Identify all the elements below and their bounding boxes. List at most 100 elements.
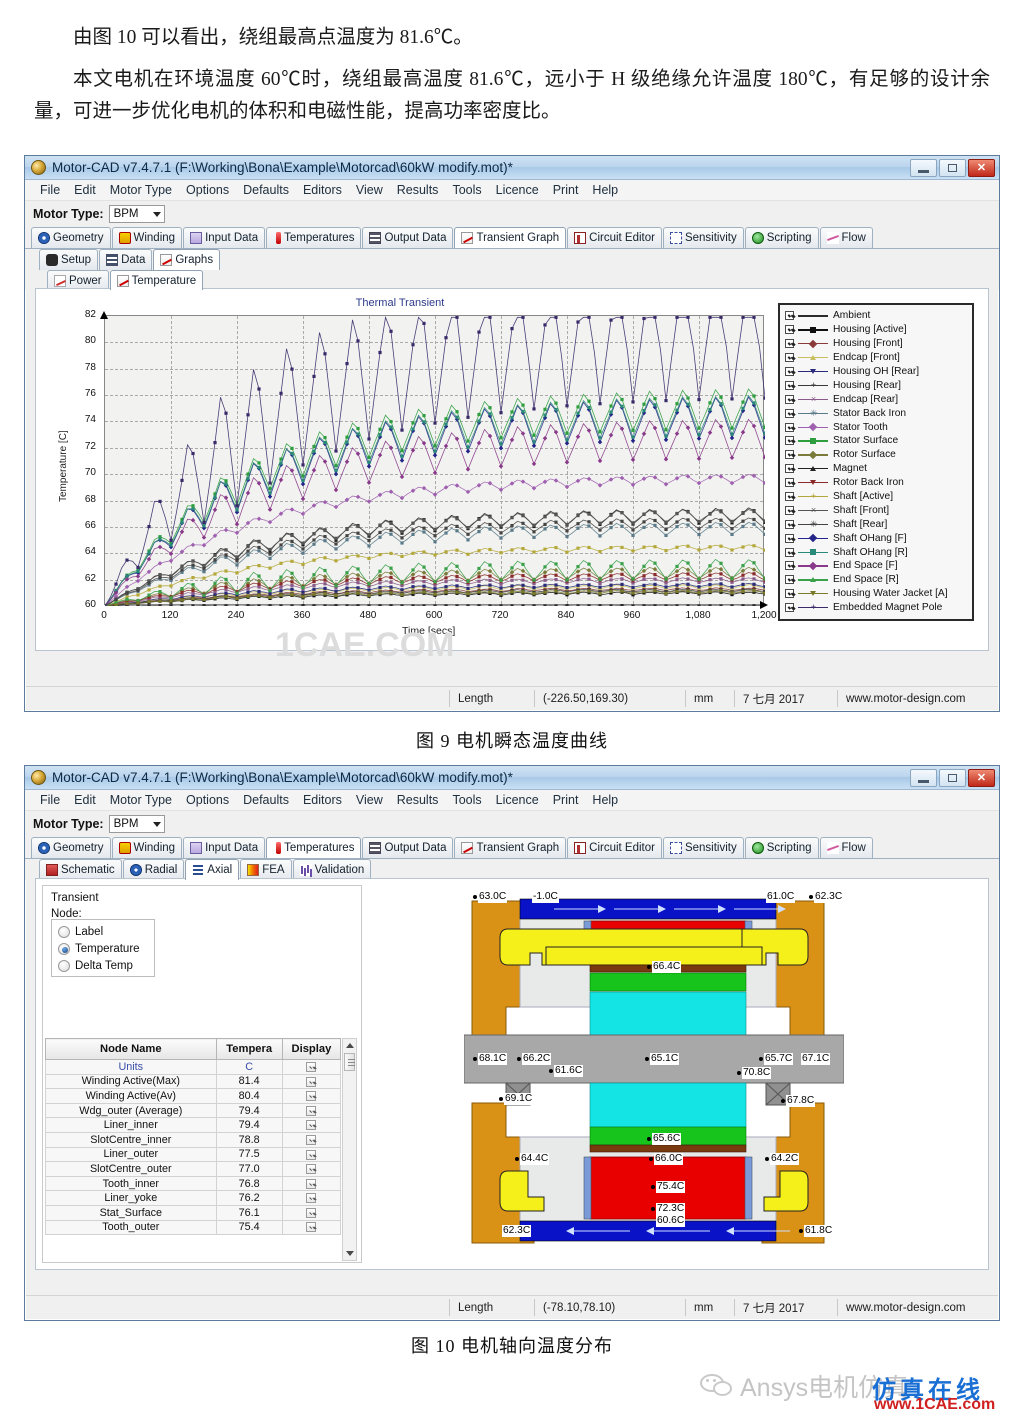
close-button[interactable]: ✕	[968, 768, 995, 787]
scroll-down-arrow-icon[interactable]	[346, 1251, 354, 1256]
legend-checkbox[interactable]	[785, 561, 794, 571]
table-row[interactable]: Liner_inner 79.4	[45, 1117, 341, 1133]
table-row[interactable]: Winding Active(Av) 80.4	[45, 1088, 341, 1104]
cell-display[interactable]	[281, 1146, 341, 1163]
legend-item[interactable]: ✳ Stator Back Iron	[785, 406, 967, 420]
legend-checkbox[interactable]	[785, 533, 794, 543]
legend-item[interactable]: End Space [R]	[785, 573, 967, 587]
column-header[interactable]: Tempera	[215, 1038, 283, 1060]
legend-item[interactable]: Rotor Surface	[785, 448, 967, 462]
legend-item[interactable]: Housing [Active]	[785, 323, 967, 337]
display-checkbox[interactable]	[306, 1178, 317, 1189]
menu-motor-type[interactable]: Motor Type	[103, 183, 179, 197]
tab-geometry[interactable]: Geometry	[31, 837, 111, 858]
table-row[interactable]: Liner_yoke 76.2	[45, 1190, 341, 1206]
menu-licence[interactable]: Licence	[489, 183, 546, 197]
display-checkbox[interactable]	[306, 1207, 317, 1218]
table-row[interactable]: Liner_outer 77.5	[45, 1146, 341, 1163]
legend-checkbox[interactable]	[785, 408, 794, 418]
subtab-data[interactable]: Data	[99, 249, 153, 270]
subtab-validation[interactable]: Validation	[292, 859, 372, 880]
legend-checkbox[interactable]	[785, 478, 794, 488]
scrollbar-thumb[interactable]	[344, 1053, 355, 1071]
display-checkbox[interactable]	[306, 1120, 317, 1131]
legend-item[interactable]: ✳ Shaft [Rear]	[785, 517, 967, 531]
tab-flow[interactable]: Flow	[819, 227, 873, 248]
display-checkbox[interactable]	[306, 1134, 317, 1145]
menu-defaults[interactable]: Defaults	[236, 793, 296, 807]
table-row[interactable]: Stat_Surface 76.1	[45, 1204, 341, 1221]
table-row[interactable]: SlotCentre_inner 78.8	[45, 1131, 341, 1148]
maximize-button[interactable]	[939, 158, 966, 177]
table-row[interactable]: Wdg_outer (Average) 79.4	[45, 1102, 341, 1119]
window1-titlebar[interactable]: Motor-CAD v7.4.7.1 (F:\Working\Bona\Exam…	[25, 156, 999, 180]
legend-checkbox[interactable]	[785, 547, 794, 557]
menu-edit[interactable]: Edit	[67, 183, 103, 197]
legend-item[interactable]: Shaft OHang [F]	[785, 531, 967, 545]
legend-checkbox[interactable]	[785, 589, 794, 599]
node-table-scrollbar[interactable]	[342, 1038, 357, 1261]
cell-display[interactable]	[281, 1117, 341, 1133]
subtab-fea[interactable]: FEA	[240, 859, 292, 880]
display-checkbox[interactable]	[306, 1222, 317, 1233]
plot-area[interactable]	[104, 315, 765, 606]
table-row[interactable]: Units C	[45, 1059, 341, 1075]
subtab-axial[interactable]: Axial	[185, 859, 240, 880]
subtab-schematic[interactable]: Schematic	[39, 859, 122, 880]
legend-checkbox[interactable]	[785, 464, 794, 474]
legend-item[interactable]: Housing [Front]	[785, 337, 967, 351]
maximize-button[interactable]	[939, 768, 966, 787]
menu-motor-type[interactable]: Motor Type	[103, 793, 179, 807]
table-row[interactable]: SlotCentre_outer 77.0	[45, 1161, 341, 1177]
legend-item[interactable]: + Housing [Rear]	[785, 378, 967, 392]
display-checkbox[interactable]	[306, 1061, 317, 1072]
tab-transient-graph[interactable]: Transient Graph	[454, 227, 567, 248]
subtab-graphs[interactable]: Graphs	[153, 249, 221, 270]
menu-options[interactable]: Options	[179, 183, 236, 197]
status-website[interactable]: www.motor-design.com	[838, 1299, 998, 1316]
tab-transient-graph[interactable]: Transient Graph	[454, 837, 567, 858]
legend-item[interactable]: + Shaft [Active]	[785, 490, 967, 504]
legend-item[interactable]: Magnet	[785, 462, 967, 476]
tab-input-data[interactable]: Input Data	[183, 837, 266, 858]
column-header[interactable]: Display	[281, 1038, 341, 1060]
legend-item[interactable]: Shaft OHang [R]	[785, 545, 967, 559]
legend-checkbox[interactable]	[785, 380, 794, 390]
window2-titlebar[interactable]: Motor-CAD v7.4.7.1 (F:\Working\Bona\Exam…	[25, 766, 999, 790]
display-checkbox[interactable]	[306, 1076, 317, 1087]
subtab-radial[interactable]: Radial	[122, 859, 185, 880]
legend-item[interactable]: Housing Water Jacket [A]	[785, 587, 967, 601]
cell-display[interactable]	[281, 1088, 341, 1104]
legend-checkbox[interactable]	[785, 311, 794, 321]
subsubtab-temperature[interactable]: Temperature	[109, 270, 204, 290]
legend-checkbox[interactable]	[785, 436, 794, 446]
radio-delta-temp[interactable]: Delta Temp	[58, 957, 148, 974]
menu-file[interactable]: File	[33, 793, 67, 807]
legend-item[interactable]: Ambient	[785, 309, 967, 323]
menu-view[interactable]: View	[349, 183, 390, 197]
legend-checkbox[interactable]	[785, 603, 794, 613]
menu-file[interactable]: File	[33, 183, 67, 197]
menu-results[interactable]: Results	[390, 183, 446, 197]
legend-item[interactable]: × Shaft [Front]	[785, 503, 967, 517]
tab-temperatures[interactable]: Temperatures	[266, 227, 362, 248]
legend-item[interactable]: Stator Surface	[785, 434, 967, 448]
minimize-button[interactable]	[910, 158, 937, 177]
tab-winding[interactable]: Winding	[111, 837, 183, 858]
legend-item[interactable]: × Endcap [Rear]	[785, 392, 967, 406]
radio-label[interactable]: Label	[58, 923, 148, 940]
cell-display[interactable]	[281, 1161, 341, 1177]
legend-checkbox[interactable]	[785, 325, 794, 335]
legend-item[interactable]: Endcap [Front]	[785, 351, 967, 365]
menu-tools[interactable]: Tools	[445, 183, 488, 197]
menu-results[interactable]: Results	[390, 793, 446, 807]
legend-checkbox[interactable]	[785, 422, 794, 432]
tab-output-data[interactable]: Output Data	[362, 227, 454, 248]
legend-checkbox[interactable]	[785, 450, 794, 460]
display-checkbox[interactable]	[306, 1164, 317, 1175]
tab-geometry[interactable]: Geometry	[31, 227, 111, 248]
thermal-transient-chart[interactable]: Thermal Transient 60 62 64 66 68 70 72 74 76 78 80 8…	[36, 289, 988, 650]
cell-display[interactable]	[281, 1190, 341, 1206]
motor-type-select[interactable]: BPM	[108, 815, 165, 833]
cell-display[interactable]	[281, 1131, 341, 1148]
